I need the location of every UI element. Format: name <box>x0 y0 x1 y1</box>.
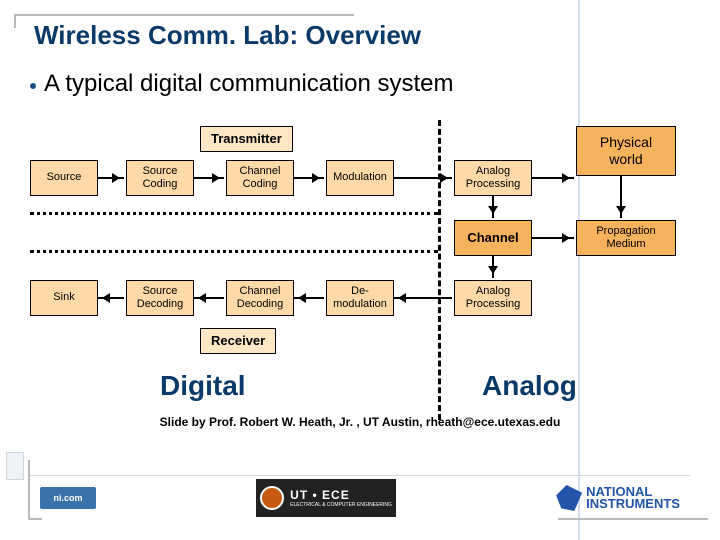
arrow-icon <box>532 237 574 239</box>
tx-channel-divider <box>30 212 438 215</box>
block-channel-decoding: Channel Decoding <box>226 280 294 316</box>
arrow-left-icon <box>294 297 324 299</box>
arrow-icon <box>194 177 224 179</box>
block-channel-coding: Channel Coding <box>226 160 294 196</box>
block-analog-processing-tx: Analog Processing <box>454 160 532 196</box>
decor-stub <box>6 452 24 480</box>
national-instruments-logo: NATIONAL INSTRUMENTS <box>556 485 680 511</box>
block-source-coding: Source Coding <box>126 160 194 196</box>
arrow-icon <box>532 177 574 179</box>
arrow-down-icon <box>492 196 494 218</box>
arrow-icon <box>98 177 124 179</box>
footer-divider <box>30 475 690 476</box>
bullet-icon <box>30 83 36 89</box>
ni-logo-line2: INSTRUMENTS <box>586 498 680 510</box>
decor-line-bl-h <box>28 518 42 520</box>
slide: Wireless Comm. Lab: Overview A typical d… <box>0 0 720 540</box>
ut-seal-icon <box>260 486 284 510</box>
channel-rx-divider <box>30 250 438 253</box>
block-diagram: Transmitter Source Source Coding Channel… <box>30 120 690 420</box>
decor-line-br <box>558 518 708 520</box>
arrow-left-icon <box>98 297 124 299</box>
receiver-label: Receiver <box>200 328 276 354</box>
footer-logos: ni.com UT • ECE ELECTRICAL & COMPUTER EN… <box>40 478 680 518</box>
digital-analog-divider <box>438 120 441 420</box>
block-analog-processing-rx: Analog Processing <box>454 280 532 316</box>
block-channel: Channel <box>454 220 532 256</box>
bullet-text: A typical digital communication system <box>44 70 454 98</box>
slide-credit: Slide by Prof. Robert W. Heath, Jr. , UT… <box>0 415 720 429</box>
ni-eagle-icon <box>556 485 582 511</box>
arrow-down-icon <box>492 256 494 278</box>
ut-logo-text: UT • ECE <box>290 488 392 502</box>
arrow-down-icon <box>620 176 622 218</box>
ut-ece-logo: UT • ECE ELECTRICAL & COMPUTER ENGINEERI… <box>256 479 396 517</box>
decor-line-tl <box>14 14 354 16</box>
block-source: Source <box>30 160 98 196</box>
domain-analog-label: Analog <box>482 370 577 402</box>
slide-title: Wireless Comm. Lab: Overview <box>34 20 421 51</box>
arrow-left-icon <box>194 297 224 299</box>
block-source-decoding: Source Decoding <box>126 280 194 316</box>
arrow-left-icon <box>394 297 452 299</box>
block-physical-world: Physical world <box>576 126 676 176</box>
block-propagation-medium: Propagation Medium <box>576 220 676 256</box>
block-modulation: Modulation <box>326 160 394 196</box>
decor-line-bl-v <box>28 460 30 520</box>
bullet-row: A typical digital communication system <box>30 70 454 98</box>
ni-com-logo: ni.com <box>40 487 96 509</box>
transmitter-label: Transmitter <box>200 126 293 152</box>
arrow-icon <box>294 177 324 179</box>
domain-digital-label: Digital <box>160 370 246 402</box>
arrow-icon <box>394 177 452 179</box>
block-sink: Sink <box>30 280 98 316</box>
block-demodulation: De-modulation <box>326 280 394 316</box>
ut-logo-subtext: ELECTRICAL & COMPUTER ENGINEERING <box>290 502 392 508</box>
